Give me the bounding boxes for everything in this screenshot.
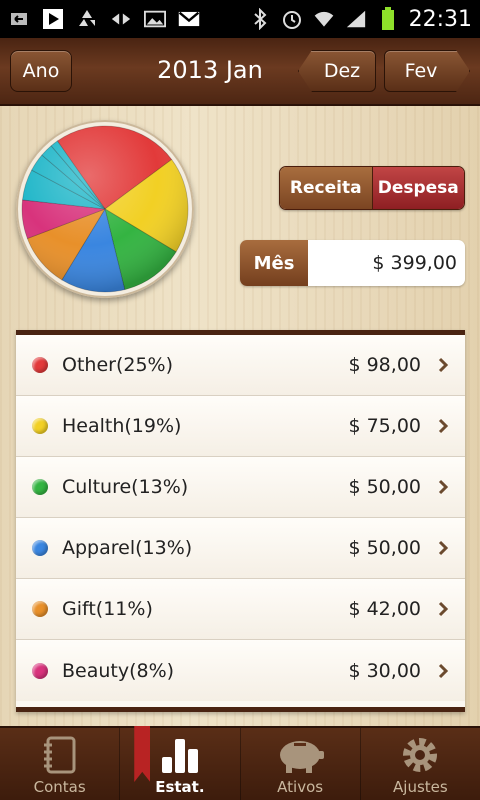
tab-label: Ajustes	[393, 778, 448, 796]
chevron-right-icon	[433, 479, 453, 495]
category-label: Culture(13%)	[62, 476, 189, 498]
type-toggle: Receita Despesa	[279, 166, 465, 210]
category-amount: $ 42,00	[348, 598, 421, 620]
color-dot-icon	[32, 479, 48, 495]
color-dot-icon	[32, 418, 48, 434]
bottom-tab-bar: Contas Estat. Ativos Ajustes	[0, 726, 480, 800]
play-store-icon	[42, 8, 64, 30]
category-label: Health(19%)	[62, 415, 182, 437]
tab-label: Ativos	[277, 778, 324, 796]
active-bookmark	[134, 726, 151, 782]
month-header: Ano 2013 Jan Dez Fev	[0, 38, 480, 106]
category-row[interactable]: Health(19%) $ 75,00	[16, 396, 465, 457]
recycle-icon	[76, 8, 98, 30]
category-amount: $ 30,00	[348, 659, 421, 682]
category-label: Apparel(13%)	[62, 537, 193, 559]
chevron-right-icon	[433, 357, 453, 373]
piggy-bank-icon	[274, 732, 326, 778]
category-amount: $ 75,00	[348, 415, 421, 437]
category-amount: $ 50,00	[348, 537, 421, 559]
clock: 22:31	[408, 6, 472, 32]
pie-gloss	[22, 126, 188, 292]
tab-estat[interactable]: Estat.	[120, 726, 241, 800]
month-total: Mês $ 399,00	[240, 240, 465, 286]
status-bar: 22:31	[0, 0, 480, 38]
chevron-right-icon	[433, 663, 453, 679]
chevron-right-icon	[433, 601, 453, 617]
category-amount: $ 50,00	[348, 476, 421, 498]
category-row[interactable]: Culture(13%) $ 50,00	[16, 457, 465, 518]
color-dot-icon	[32, 601, 48, 617]
month-total-value: $ 399,00	[308, 240, 465, 286]
chevron-right-icon	[433, 418, 453, 434]
tab-label: Estat.	[155, 778, 205, 796]
despesa-tab[interactable]: Despesa	[371, 167, 464, 209]
category-label: Gift(11%)	[62, 598, 153, 620]
battery-icon	[377, 7, 399, 30]
usb-icon	[8, 8, 30, 30]
gmail-icon	[178, 8, 200, 30]
category-amount: $ 98,00	[348, 354, 421, 376]
month-total-label: Mês	[240, 240, 308, 286]
category-row[interactable]: Beauty(8%) $ 30,00	[16, 640, 465, 701]
category-row[interactable]: Gift(11%) $ 42,00	[16, 579, 465, 640]
tab-ativos[interactable]: Ativos	[241, 728, 361, 800]
category-label: Other(25%)	[62, 354, 174, 376]
tab-label: Contas	[33, 778, 86, 796]
tab-contas[interactable]: Contas	[0, 728, 121, 800]
category-label: Beauty(8%)	[62, 659, 175, 682]
category-row[interactable]: Apparel(13%) $ 50,00	[16, 518, 465, 579]
signal-icon	[345, 8, 367, 30]
chevron-right-icon	[433, 540, 453, 556]
receita-tab[interactable]: Receita	[280, 167, 372, 209]
next-month-button[interactable]: Fev	[384, 50, 470, 92]
sync-arrows-icon	[110, 8, 132, 30]
color-dot-icon	[32, 357, 48, 373]
pie-chart-svg	[21, 125, 189, 293]
color-dot-icon	[32, 662, 48, 679]
page-title: 2013 Jan	[157, 56, 263, 84]
alarm-icon	[281, 8, 303, 30]
tab-ajustes[interactable]: Ajustes	[361, 728, 480, 800]
color-dot-icon	[32, 540, 48, 556]
system-icons: 22:31	[249, 7, 472, 32]
category-row[interactable]: Other(25%) $ 98,00	[16, 335, 465, 396]
category-list: Other(25%) $ 98,00 Health(19%) $ 75,00 C…	[16, 330, 465, 712]
image-icon	[144, 8, 166, 30]
notification-icons	[8, 8, 200, 30]
notebook-icon	[40, 732, 80, 778]
gear-icon	[399, 732, 441, 778]
year-button[interactable]: Ano	[10, 50, 72, 92]
bluetooth-icon	[249, 8, 271, 30]
bar-chart-icon	[158, 732, 202, 778]
wifi-icon	[313, 8, 335, 30]
pie-chart[interactable]	[16, 120, 194, 298]
prev-month-button[interactable]: Dez	[298, 50, 376, 92]
